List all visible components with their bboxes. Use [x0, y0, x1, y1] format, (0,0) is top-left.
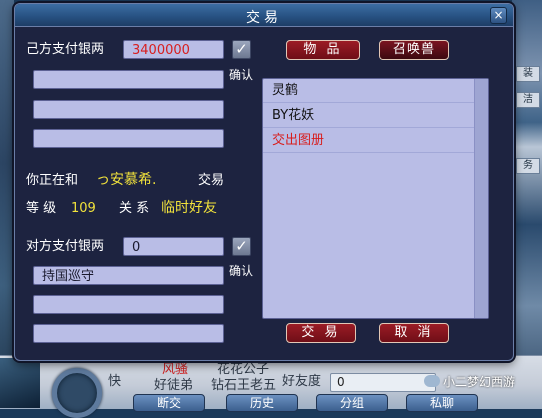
other-confirm-checkbox: ✓ [232, 237, 251, 256]
right-strip-label[interactable]: 装 [516, 66, 540, 82]
dialog-title: 交易 [246, 10, 282, 26]
partner-name: っ安慕希. [96, 172, 157, 188]
friend-panel-label: 风骚 [162, 362, 189, 377]
self-pay-label: 己方支付银两 [26, 42, 105, 57]
list-item[interactable]: BY花妖 [263, 104, 474, 128]
right-strip-label[interactable]: 务 [516, 158, 540, 174]
group-button[interactable]: 分组 [316, 394, 388, 412]
game-background-right: 装 洁 务 [512, 0, 542, 408]
other-item-slot[interactable] [33, 324, 224, 343]
other-item-slot[interactable] [33, 295, 224, 314]
close-icon[interactable]: × [490, 7, 507, 24]
self-item-slot[interactable] [33, 70, 224, 89]
self-confirm-checkbox[interactable]: ✓ [232, 40, 251, 59]
self-item-slot[interactable] [33, 129, 224, 148]
game-background-left: 强 [0, 0, 14, 408]
right-strip-label[interactable]: 洁 [516, 92, 540, 108]
character-portrait [0, 358, 40, 408]
list-scrollbar[interactable] [474, 79, 488, 318]
trading-with-label: 你正在和 [26, 173, 79, 188]
break-friendship-button[interactable]: 断交 [133, 394, 205, 412]
item-list: 灵鹤 BY花妖 交出图册 [262, 78, 489, 319]
trade-label: 交易 [198, 173, 225, 188]
summon-tab[interactable]: 召唤兽 [379, 40, 449, 60]
other-confirm-label: 确认 [229, 264, 254, 278]
friend-panel-label: 花花公子 [217, 362, 270, 377]
title-bar[interactable]: 交易 × [15, 4, 513, 27]
friend-panel-label: 快 [108, 374, 122, 389]
items-tab[interactable]: 物 品 [286, 40, 360, 60]
partner-level: 109 [71, 201, 96, 216]
cancel-button[interactable]: 取 消 [379, 323, 449, 343]
watermark-text: 小二梦幻西游 [443, 375, 516, 389]
other-silver-input: 0 [123, 237, 224, 256]
watermark: 小二梦幻西游 [424, 373, 515, 390]
partner-relation: 临时好友 [161, 200, 217, 216]
relation-label: 关 系 [119, 201, 150, 216]
friend-panel-label: 钻石王老五 [211, 378, 277, 393]
self-confirm-label: 确认 [229, 68, 254, 82]
ring-icon [52, 368, 102, 418]
level-label: 等 级 [26, 201, 57, 216]
other-item-slot[interactable]: 持国巡守 [33, 266, 224, 285]
private-chat-button[interactable]: 私聊 [406, 394, 478, 412]
other-pay-label: 对方支付银两 [26, 239, 105, 254]
friendship-label: 好友度 [282, 374, 322, 389]
self-item-slot[interactable] [33, 100, 224, 119]
wechat-icon [424, 375, 440, 387]
trade-dialog: 交易 × 己方支付银两 3400000 ✓ 确认 你正在和 っ安慕希. 交易 等… [14, 3, 514, 361]
self-silver-input[interactable]: 3400000 [123, 40, 224, 59]
friend-panel-label: 好徒弟 [154, 378, 194, 393]
friendship-value: 0 [330, 373, 436, 392]
list-item[interactable]: 灵鹤 [263, 79, 474, 103]
list-item[interactable]: 交出图册 [263, 129, 474, 153]
trade-button[interactable]: 交 易 [286, 323, 356, 343]
history-button[interactable]: 历史 [226, 394, 298, 412]
